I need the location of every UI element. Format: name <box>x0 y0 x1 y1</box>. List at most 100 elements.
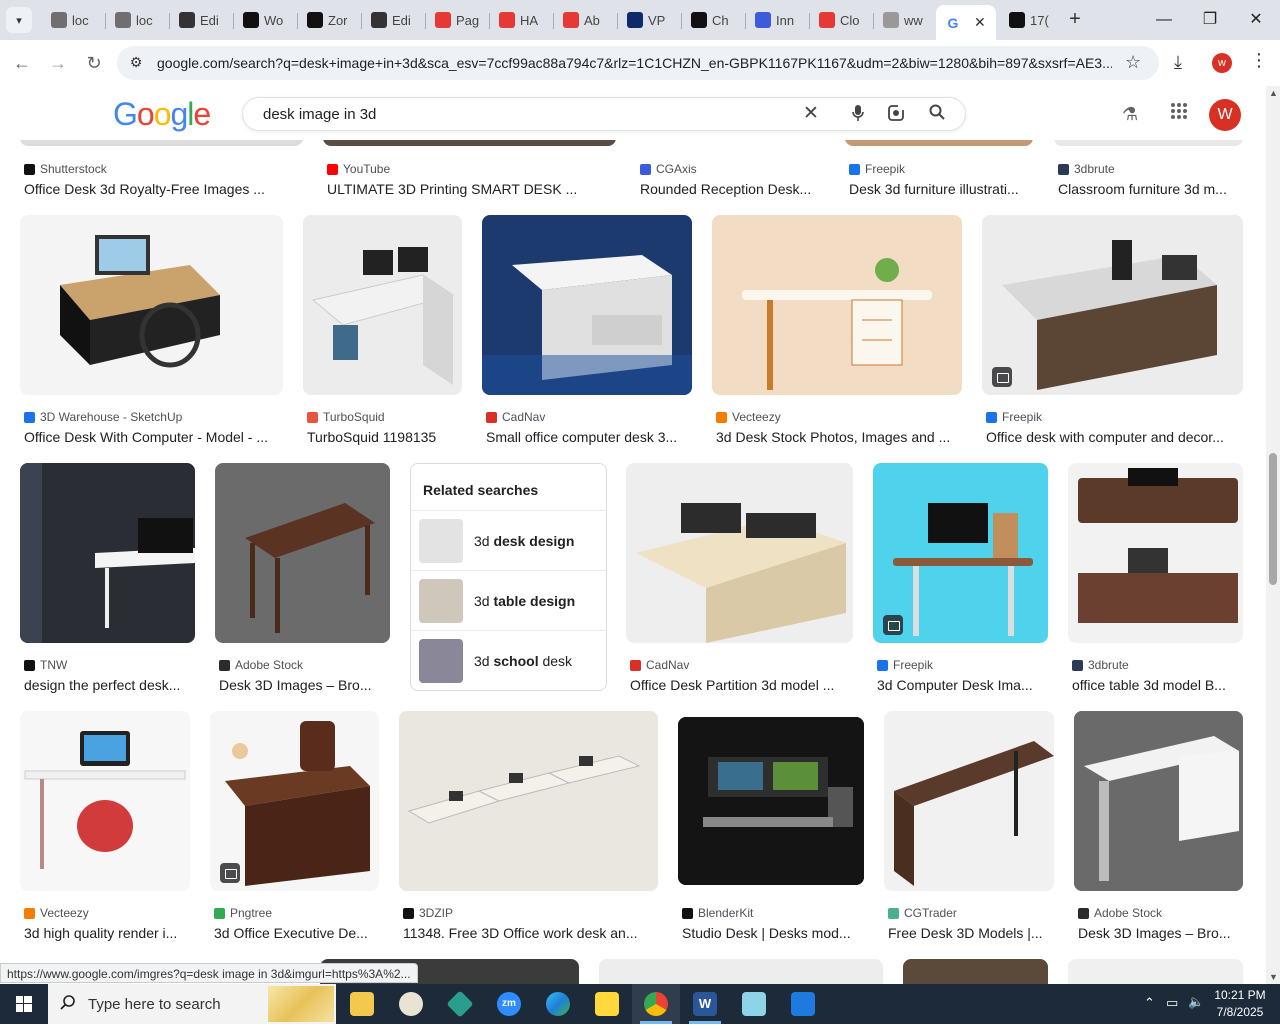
result-title[interactable]: Desk 3d furniture illustrati... <box>849 181 1037 197</box>
url-text[interactable]: google.com/search?q=desk+image+in+3d&sca… <box>157 55 1112 71</box>
result-thumbnail[interactable] <box>884 711 1054 891</box>
browser-tab[interactable]: loc <box>106 6 168 34</box>
browser-tab[interactable]: Clo <box>810 6 872 34</box>
result-title[interactable]: Office desk with computer and decor... <box>986 429 1247 445</box>
lens-search-icon[interactable] <box>887 104 906 127</box>
clock-time[interactable]: 10:21 PM <box>1205 988 1275 1002</box>
result-title[interactable]: 3d high quality render i... <box>24 925 194 941</box>
browser-tab[interactable]: Edi <box>170 6 232 34</box>
result-thumbnail[interactable] <box>1068 959 1243 984</box>
browser-tab[interactable]: G ✕ <box>936 5 996 40</box>
result-source[interactable]: YouTube <box>327 162 390 176</box>
tab-search-button[interactable]: ▾ <box>6 7 32 33</box>
taskbar-zoom[interactable]: zm <box>485 984 533 1024</box>
result-title[interactable]: TurboSquid 1198135 <box>307 429 466 445</box>
site-info-icon[interactable]: ⚙ <box>127 54 145 72</box>
result-source[interactable]: Vecteezy <box>24 906 89 920</box>
close-window-button[interactable]: ✕ <box>1241 8 1271 32</box>
result-title[interactable]: Studio Desk | Desks mod... <box>682 925 868 941</box>
taskbar-photos[interactable] <box>779 984 827 1024</box>
new-tab-button[interactable]: + <box>1064 9 1086 31</box>
browser-tab[interactable]: Edi <box>362 6 424 34</box>
labs-flask-icon[interactable]: ⚗ <box>1122 104 1138 125</box>
maximize-button[interactable]: ❐ <box>1195 8 1225 32</box>
google-logo[interactable]: Google <box>113 96 211 133</box>
browser-tab[interactable]: Ch <box>682 6 744 34</box>
related-search-item[interactable]: 3d school desk <box>411 630 606 690</box>
browser-tab[interactable]: Zor <box>298 6 360 34</box>
clear-search-icon[interactable]: ✕ <box>803 102 819 125</box>
browser-tab[interactable]: VP <box>618 6 680 34</box>
result-title[interactable]: design the perfect desk... <box>24 677 199 693</box>
result-source[interactable]: Adobe Stock <box>1078 906 1162 920</box>
result-title[interactable]: Free Desk 3D Models |... <box>888 925 1058 941</box>
result-thumbnail[interactable] <box>1068 463 1243 643</box>
result-title[interactable]: Rounded Reception Desk... <box>640 181 830 197</box>
result-title[interactable]: Office Desk 3d Royalty-Free Images ... <box>24 181 284 197</box>
result-thumbnail[interactable] <box>845 140 1033 146</box>
browser-tab[interactable]: Pag <box>426 6 488 34</box>
result-thumbnail[interactable] <box>903 959 1048 984</box>
browser-tab[interactable]: Inn <box>746 6 808 34</box>
result-title[interactable]: 3d Computer Desk Ima... <box>877 677 1052 693</box>
result-source[interactable]: Freepik <box>849 162 905 176</box>
result-source[interactable]: 3dbrute <box>1072 658 1129 672</box>
reload-button[interactable]: ↻ <box>80 49 108 77</box>
result-thumbnail[interactable] <box>1054 140 1243 146</box>
result-thumbnail[interactable] <box>20 711 190 891</box>
taskbar-sticky-notes[interactable] <box>583 984 631 1024</box>
google-account-avatar[interactable]: W <box>1209 99 1241 131</box>
result-source[interactable]: BlenderKit <box>682 906 753 920</box>
taskbar-app-teal[interactable] <box>436 984 484 1024</box>
result-title[interactable]: Desk 3D Images – Bro... <box>1078 925 1247 941</box>
network-icon[interactable]: ▭ <box>1166 995 1178 1011</box>
result-title[interactable]: Office Desk With Computer - Model - ... <box>24 429 287 445</box>
result-source[interactable]: Freepik <box>877 658 933 672</box>
back-button[interactable]: ← <box>8 49 36 77</box>
download-icon[interactable]: ⤓ <box>1174 52 1182 73</box>
result-thumbnail[interactable] <box>1074 711 1243 891</box>
scroll-up-arrow-icon[interactable]: ▲ <box>1269 88 1278 98</box>
result-thumbnail[interactable] <box>482 215 692 395</box>
result-source[interactable]: Pngtree <box>214 906 272 920</box>
result-source[interactable]: Vecteezy <box>716 410 781 424</box>
result-thumbnail[interactable] <box>20 140 303 146</box>
result-title[interactable]: Desk 3D Images – Bro... <box>219 677 394 693</box>
result-thumbnail[interactable] <box>712 215 962 395</box>
browser-tab[interactable]: Wo <box>234 6 296 34</box>
forward-button[interactable]: → <box>44 49 72 77</box>
bookmark-star-icon[interactable]: ☆ <box>1125 52 1141 73</box>
volume-icon[interactable]: 🔈 <box>1188 994 1204 1010</box>
result-thumbnail[interactable] <box>599 959 883 984</box>
taskbar-file-explorer[interactable] <box>338 984 386 1024</box>
taskbar-word[interactable]: W <box>681 984 729 1024</box>
google-apps-icon[interactable] <box>1170 102 1188 126</box>
profile-avatar-button[interactable]: w <box>1212 53 1232 73</box>
search-box[interactable]: desk image in 3d ✕ <box>242 97 966 131</box>
taskbar-paint[interactable] <box>387 984 435 1024</box>
browser-tab[interactable]: Ab <box>554 6 616 34</box>
browser-tab[interactable]: loc <box>42 6 104 34</box>
search-input[interactable]: desk image in 3d <box>263 106 376 123</box>
result-source[interactable]: 3DZIP <box>403 906 453 920</box>
related-search-item[interactable]: 3d desk design <box>411 510 606 570</box>
result-source[interactable]: Freepik <box>986 410 1042 424</box>
browser-tab[interactable]: HA <box>490 6 552 34</box>
minimize-button[interactable]: — <box>1149 8 1179 32</box>
taskbar-edge[interactable] <box>534 984 582 1024</box>
result-source[interactable]: 3D Warehouse - SketchUp <box>24 410 182 424</box>
tray-chevron-icon[interactable]: ⌃ <box>1144 995 1155 1011</box>
search-submit-icon[interactable] <box>929 104 945 125</box>
result-thumbnail[interactable] <box>678 717 864 885</box>
result-thumbnail[interactable] <box>636 140 826 146</box>
result-thumbnail[interactable] <box>20 463 195 643</box>
taskbar-chrome[interactable] <box>632 984 680 1024</box>
browser-menu-icon[interactable]: ⋮ <box>1250 50 1268 71</box>
result-source[interactable]: TNW <box>24 658 67 672</box>
result-thumbnail[interactable] <box>399 711 658 891</box>
browser-tab[interactable]: 17( <box>1000 6 1062 34</box>
result-source[interactable]: Adobe Stock <box>219 658 303 672</box>
related-search-item[interactable]: 3d table design <box>411 570 606 630</box>
result-title[interactable]: 3d Office Executive De... <box>214 925 383 941</box>
browser-tab[interactable]: ww <box>874 6 936 34</box>
